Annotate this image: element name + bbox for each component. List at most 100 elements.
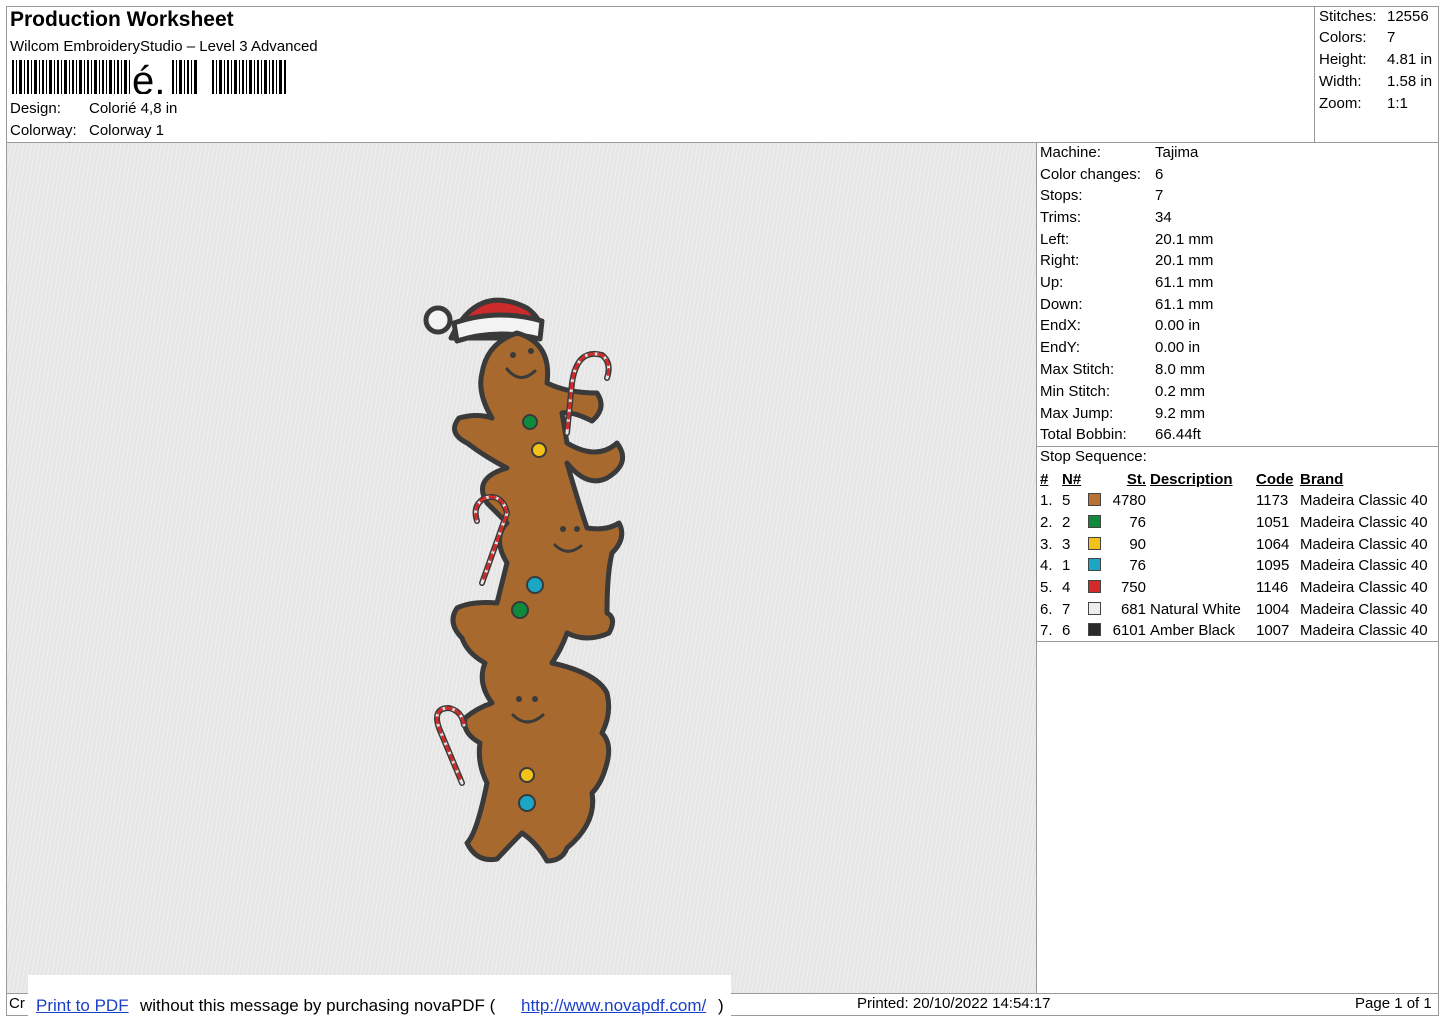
color-swatch [1088, 536, 1101, 550]
banner-message: without this message by purchasing novaP… [140, 996, 496, 1015]
design-label: Design: [10, 100, 61, 117]
design-preview-canvas [7, 143, 1036, 993]
info-max-jump: Max Jump: 9.2 mm [1040, 405, 1206, 422]
stop-sequence-table: # N# St. Description Code Brand 1. 5 4780 1… [1038, 469, 1430, 642]
page-title: Production Worksheet [10, 8, 234, 31]
stop-index: 1. [1040, 492, 1053, 510]
stop-code: 1095 [1256, 557, 1290, 575]
stop-needle: 7 [1062, 600, 1071, 618]
stop-code: 1064 [1256, 535, 1290, 553]
stop-color-swatch [1086, 577, 1108, 599]
stop-needle: 2 [1062, 514, 1071, 532]
color-swatch [1088, 515, 1101, 529]
stop-description: Amber Black [1150, 622, 1236, 640]
info-total-bobbin: Total Bobbin: 66.44ft [1040, 426, 1201, 443]
stop-row: 4. 1 76 1095 Madeira Classic 40 [1038, 555, 1430, 577]
stop-row: 2. 2 76 1051 Madeira Classic 40 [1038, 512, 1430, 534]
stat-height: Height: 4.81 in [1319, 51, 1433, 68]
stop-code: 1004 [1256, 600, 1290, 618]
stop-brand: Madeira Classic 40 [1300, 492, 1428, 510]
stop-stitch-count: 76 [1129, 557, 1146, 575]
stop-row: 3. 3 90 1064 Madeira Classic 40 [1038, 533, 1430, 555]
stop-code: 1146 [1256, 579, 1289, 597]
novapdf-banner: Print to PDF without this message by pur… [28, 975, 731, 1021]
page-count: Page 1 of 1 [1355, 995, 1432, 1012]
col-stitches: St. [1126, 471, 1146, 488]
stop-index: 2. [1040, 514, 1053, 532]
stat-width: Width: 1.58 in [1319, 73, 1433, 90]
stop-brand: Madeira Classic 40 [1300, 557, 1428, 575]
stat-zoom: Zoom: 1:1 [1319, 95, 1408, 112]
stat-stitches: Stitches: 12556 [1319, 8, 1429, 25]
info-endy: EndY: 0.00 in [1040, 339, 1201, 356]
stop-color-swatch [1086, 620, 1108, 642]
stop-color-swatch [1086, 533, 1108, 555]
col-description: Description [1150, 471, 1233, 488]
software-subtitle: Wilcom EmbroideryStudio – Level 3 Advanc… [10, 38, 318, 55]
colorway-label: Colorway: [10, 122, 77, 139]
print-to-pdf-link[interactable]: Print to PDF [36, 996, 129, 1016]
info-down: Down: 61.1 mm [1040, 296, 1214, 313]
stop-row: 7. 6 6101 Amber Black 1007 Madeira Classic 40 [1038, 620, 1430, 642]
stop-index: 3. [1040, 535, 1053, 553]
stop-needle: 4 [1062, 579, 1071, 597]
color-swatch [1088, 580, 1101, 594]
col-swatch [1086, 469, 1108, 490]
color-swatch [1088, 601, 1101, 615]
stop-needle: 5 [1062, 492, 1071, 510]
info-endx: EndX: 0.00 in [1040, 317, 1201, 334]
info-left: Left: 20.1 mm [1040, 231, 1214, 248]
stop-brand: Madeira Classic 40 [1300, 514, 1428, 532]
stop-index: 5. [1040, 579, 1053, 597]
stop-description [1148, 490, 1254, 512]
stop-brand: Madeira Classic 40 [1300, 622, 1428, 640]
gingerbread-embroidery-image [423, 297, 626, 864]
stop-stitch-count: 90 [1129, 535, 1146, 553]
stop-stitch-count: 750 [1120, 579, 1146, 597]
info-up: Up: 61.1 mm [1040, 274, 1214, 291]
col-code: Code [1256, 471, 1294, 488]
colorway-value: Colorway 1 [89, 122, 165, 139]
canvas-divider [1036, 142, 1037, 994]
stop-brand: Madeira Classic 40 [1300, 600, 1428, 618]
novapdf-url-link[interactable]: http://www.novapdf.com/ [521, 996, 706, 1016]
stop-brand: Madeira Classic 40 [1300, 579, 1428, 597]
stat-colors: Colors: 7 [1319, 29, 1396, 46]
design-row: Design: Colorié 4,8 in [10, 100, 177, 117]
footer-stub: Cr [9, 995, 25, 1012]
stop-row: 6. 7 681 Natural White 1004 Madeira Classic 4… [1038, 598, 1430, 620]
stop-code: 1007 [1256, 622, 1290, 640]
stop-sequence-title: Stop Sequence: [1040, 448, 1147, 465]
col-needle: N# [1062, 471, 1082, 488]
info-trims: Trims: 34 [1040, 209, 1172, 226]
stop-brand: Madeira Classic 40 [1300, 535, 1428, 553]
stop-color-swatch [1086, 598, 1108, 620]
stop-description [1148, 533, 1254, 555]
stop-stitch-count: 4780 [1112, 492, 1146, 510]
col-index: # [1040, 471, 1049, 488]
info-stops: Stops: 7 [1040, 187, 1164, 204]
stop-needle: 6 [1062, 622, 1071, 640]
stop-stitch-count: 6101 [1112, 622, 1146, 640]
color-swatch [1088, 493, 1101, 507]
stop-index: 4. [1040, 557, 1053, 575]
color-swatch [1088, 558, 1101, 572]
stop-color-swatch [1086, 555, 1108, 577]
stop-row: 1. 5 4780 1173 Madeira Classic 40 [1038, 490, 1430, 512]
stop-color-swatch [1086, 490, 1108, 512]
stop-description [1148, 512, 1254, 534]
color-swatch [1088, 623, 1101, 637]
stop-description [1148, 555, 1254, 577]
banner-close-paren: ) [718, 996, 724, 1015]
printed-timestamp: Printed: 20/10/2022 14:54:17 [857, 995, 1051, 1012]
info-min-stitch: Min Stitch: 0.2 mm [1040, 383, 1206, 400]
col-brand: Brand [1300, 471, 1344, 488]
barcode: é, [12, 60, 286, 94]
stop-color-swatch [1086, 512, 1108, 534]
stop-row: 5. 4 750 1146 Madeira Classic 40 [1038, 577, 1430, 599]
stop-needle: 1 [1062, 557, 1071, 575]
info-color-changes: Color changes: 6 [1040, 166, 1164, 183]
stop-index: 6. [1040, 600, 1053, 618]
info-machine: Machine: Tajima [1040, 144, 1199, 161]
stop-stitch-count: 681 [1120, 600, 1146, 618]
